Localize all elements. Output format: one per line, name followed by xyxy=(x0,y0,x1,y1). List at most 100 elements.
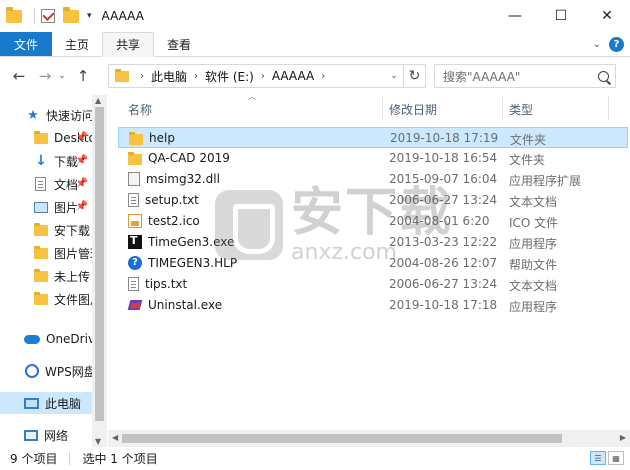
address-bar[interactable]: › 此电脑 › 软件 (E:) › AAAAA › ⌄ ↻ xyxy=(108,64,426,88)
properties-check-icon[interactable] xyxy=(41,9,55,23)
table-row[interactable]: test2.ico 2004-08-01 6:20 ICO 文件 xyxy=(118,211,628,232)
file-name: help xyxy=(149,131,175,145)
navigation-pane: ★ 快速访问 Desktop 📌 ↓ 下载 📌 文档 📌 图片 📌 安下载 图片… xyxy=(0,95,107,447)
pin-icon[interactable]: 📌 xyxy=(76,178,88,189)
nav-item-network[interactable]: 网络 xyxy=(0,424,92,446)
scroll-up-icon[interactable]: ▲ xyxy=(95,96,101,105)
star-icon: ★ xyxy=(27,107,39,123)
scroll-left-icon[interactable]: ◀ xyxy=(112,433,118,442)
scroll-thumb[interactable] xyxy=(122,434,562,443)
folder-icon[interactable] xyxy=(6,6,22,23)
table-row[interactable]: ? TIMEGEN3.HLP 2004-08-26 12:07 帮助文件 xyxy=(118,253,628,274)
file-name: test2.ico xyxy=(148,214,200,228)
table-row[interactable]: Uninstal.exe 2019-10-18 17:18 应用程序 xyxy=(118,295,628,316)
column-divider[interactable] xyxy=(608,95,609,120)
breadcrumb-folder[interactable]: AAAAA xyxy=(272,69,314,83)
refresh-icon[interactable]: ↻ xyxy=(403,65,425,87)
file-name: tips.txt xyxy=(145,277,188,291)
nav-scrollbar[interactable]: ▲ ▼ xyxy=(92,95,107,447)
file-date: 2006-06-27 13:24 xyxy=(389,277,498,291)
scroll-thumb[interactable] xyxy=(95,107,104,421)
tab-view[interactable]: 查看 xyxy=(154,32,204,56)
customize-dropdown-icon[interactable]: ▾ xyxy=(87,11,92,21)
folder-icon xyxy=(34,245,48,259)
nav-item-quick-access[interactable]: ★ 快速访问 xyxy=(0,104,92,126)
nav-item-picture-manage[interactable]: 图片管理 xyxy=(0,242,92,264)
nav-item-this-pc[interactable]: 此电脑 xyxy=(0,392,92,414)
maximize-button[interactable]: ☐ xyxy=(538,0,584,32)
nav-label: 文件图片 xyxy=(54,292,92,307)
address-dropdown-icon[interactable]: ⌄ xyxy=(385,71,403,81)
tab-file[interactable]: 文件 xyxy=(0,32,53,56)
tab-share[interactable]: 共享 xyxy=(102,32,155,57)
file-type: 文本文档 xyxy=(509,279,558,293)
pictures-icon xyxy=(34,201,48,213)
table-row[interactable]: tips.txt 2006-06-27 13:24 文本文档 xyxy=(118,274,628,295)
chevron-right-icon[interactable]: › xyxy=(321,71,325,82)
file-type: 文本文档 xyxy=(509,195,558,209)
file-type: 帮助文件 xyxy=(509,258,558,272)
help-icon[interactable]: ? xyxy=(609,36,624,52)
column-divider[interactable] xyxy=(382,95,383,120)
uninstaller-icon xyxy=(128,298,142,312)
nav-item-wps[interactable]: WPS网盘 xyxy=(0,360,92,382)
file-date: 2004-08-26 12:07 xyxy=(389,256,498,270)
file-name: TimeGen3.exe xyxy=(148,235,235,249)
nav-item-pictures[interactable]: 图片 📌 xyxy=(0,196,92,218)
recent-locations-chevron-icon[interactable]: ⌄ xyxy=(56,71,68,81)
breadcrumb-drive[interactable]: 软件 (E:) xyxy=(205,68,254,85)
search-input[interactable]: 搜索"AAAAA" xyxy=(434,64,616,88)
up-arrow-icon[interactable]: ↑ xyxy=(72,65,94,87)
window-title: AAAAA xyxy=(101,9,144,23)
file-type: 应用程序 xyxy=(509,300,558,314)
large-icons-view-icon[interactable]: ▦ xyxy=(608,451,624,465)
title-bar: ▾ AAAAA — ☐ ✕ xyxy=(0,0,630,32)
tab-home[interactable]: 主页 xyxy=(52,32,102,56)
chevron-right-icon[interactable]: › xyxy=(194,71,198,82)
nav-item-downloads[interactable]: ↓ 下载 📌 xyxy=(0,150,92,172)
nav-item-desktop[interactable]: Desktop 📌 xyxy=(0,127,92,149)
horizontal-scrollbar[interactable]: ◀ ▶ xyxy=(108,430,630,447)
expand-ribbon-icon[interactable]: ⌄ xyxy=(593,39,601,50)
table-row[interactable]: help 2019-10-18 17:19 文件夹 xyxy=(118,127,628,148)
item-count: 9 个项目 xyxy=(10,452,58,466)
quick-access-toolbar: ▾ AAAAA xyxy=(0,0,144,32)
chevron-right-icon[interactable]: › xyxy=(140,71,144,82)
application-icon xyxy=(128,234,142,249)
table-row[interactable]: msimg32.dll 2015-09-07 16:04 应用程序扩展 xyxy=(118,169,628,190)
column-header-name[interactable]: 名称 xyxy=(128,101,152,118)
new-folder-icon[interactable] xyxy=(63,6,79,23)
scroll-down-icon[interactable]: ▼ xyxy=(95,437,101,446)
image-file-icon xyxy=(128,214,142,228)
nav-item-file-pictures[interactable]: 文件图片 xyxy=(0,288,92,310)
pin-icon[interactable]: 📌 xyxy=(76,201,88,212)
column-header-date[interactable]: 修改日期 xyxy=(389,101,437,118)
nav-item-documents[interactable]: 文档 📌 xyxy=(0,173,92,195)
details-view-icon[interactable]: ☰ xyxy=(590,451,606,465)
close-button[interactable]: ✕ xyxy=(584,0,630,32)
column-headers: ︿ 名称 修改日期 类型 xyxy=(108,92,630,120)
nav-item-onedrive[interactable]: OneDrive xyxy=(0,328,92,350)
table-row[interactable]: TimeGen3.exe 2013-03-23 12:22 应用程序 xyxy=(118,232,628,253)
scroll-right-icon[interactable]: ▶ xyxy=(620,433,626,442)
chevron-right-icon[interactable]: › xyxy=(261,71,265,82)
breadcrumb-this-pc[interactable]: 此电脑 xyxy=(151,68,187,85)
file-date: 2015-09-07 16:04 xyxy=(389,172,498,186)
selected-count: 选中 1 个项目 xyxy=(82,452,158,466)
pin-icon[interactable]: 📌 xyxy=(76,155,88,166)
divider xyxy=(34,8,35,24)
status-bar: 9 个项目 选中 1 个项目 ☰ ▦ xyxy=(0,447,630,470)
pin-icon[interactable]: 📌 xyxy=(76,132,88,143)
column-header-type[interactable]: 类型 xyxy=(509,101,533,118)
column-divider[interactable] xyxy=(502,95,503,120)
forward-arrow-icon[interactable]: → xyxy=(34,65,56,87)
back-arrow-icon[interactable]: ← xyxy=(8,65,30,87)
nav-item-not-uploaded[interactable]: 未上传 xyxy=(0,265,92,287)
nav-item-anxz[interactable]: 安下载 xyxy=(0,219,92,241)
folder-icon xyxy=(34,130,48,144)
minimize-button[interactable]: — xyxy=(492,0,538,32)
folder-icon xyxy=(128,151,142,165)
help-file-icon: ? xyxy=(128,256,142,270)
table-row[interactable]: QA-CAD 2019 2019-10-18 16:54 文件夹 xyxy=(118,148,628,169)
table-row[interactable]: setup.txt 2006-06-27 13:24 文本文档 xyxy=(118,190,628,211)
